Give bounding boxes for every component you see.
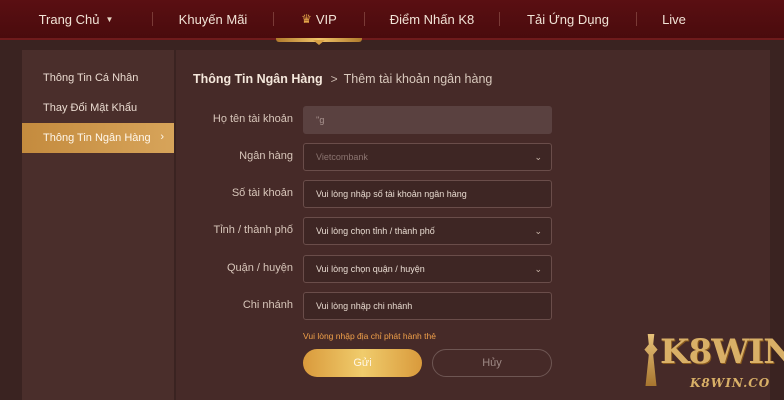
bank-select[interactable]: Vietcombank ⌄ — [303, 143, 552, 171]
sidebar-item-label: Thay Đổi Mật Khẩu — [43, 102, 138, 114]
nav-item-vip[interactable]: ♛ VIP — [274, 0, 364, 39]
nav-active-notch — [313, 40, 325, 45]
province-label: Tỉnh / thành phố — [213, 224, 293, 236]
form-row-bank: Ngân hàng Vietcombank ⌄ — [176, 143, 770, 171]
nav-label-promotions: Khuyến Mãi — [178, 11, 248, 27]
nav-item-live[interactable]: Live — [637, 0, 711, 39]
logo-emblem-icon — [644, 334, 658, 386]
breadcrumb-section[interactable]: Thông Tin Ngân Hàng — [193, 72, 323, 86]
top-nav: Trang Chủ ▼ Khuyến Mãi ♛ VIP Điểm Nhấn K… — [0, 0, 784, 40]
account-number-input[interactable] — [303, 180, 552, 208]
logo-site: K8WIN.CO — [690, 376, 771, 390]
account-sidebar: Thông Tin Cá Nhân Thay Đổi Mật Khẩu Thôn… — [22, 50, 174, 400]
breadcrumb-separator: > — [330, 72, 338, 86]
holder-name-label: Họ tên tài khoản — [212, 113, 293, 125]
chevron-down-icon: ⌄ — [534, 152, 542, 162]
nav-label-highlights: Điểm Nhấn K8 — [389, 11, 475, 27]
sidebar-item-label: Thông Tin Ngân Hàng — [43, 132, 151, 144]
form-row-district: Quận / huyện Vui lòng chọn quận / huyện … — [176, 255, 770, 283]
form-row-branch: Chi nhánh — [176, 292, 770, 320]
province-select[interactable]: Vui lòng chọn tỉnh / thành phố ⌄ — [303, 217, 552, 245]
sidebar-item-bank-info[interactable]: Thông Tin Ngân Hàng › — [22, 123, 174, 153]
branch-hint: Vui lòng nhập địa chỉ phát hành thẻ — [303, 331, 436, 341]
district-select[interactable]: Vui lòng chọn quận / huyện ⌄ — [303, 255, 552, 283]
branch-input[interactable] — [303, 292, 552, 320]
form-row-province: Tỉnh / thành phố Vui lòng chọn tỉnh / th… — [176, 217, 770, 245]
crown-icon: ♛ — [301, 12, 312, 26]
caret-down-icon: ▼ — [105, 14, 114, 24]
holder-name-field: ''g — [303, 106, 552, 134]
sidebar-item-personal-info[interactable]: Thông Tin Cá Nhân — [22, 63, 174, 93]
nav-item-promotions[interactable]: Khuyến Mãi — [153, 0, 273, 39]
branch-label: Chi nhánh — [242, 299, 293, 311]
bank-select-value: Vietcombank — [316, 152, 368, 162]
nav-label-vip: VIP — [315, 11, 337, 27]
nav-label-home: Trang Chủ — [38, 11, 100, 27]
chevron-down-icon: ⌄ — [534, 226, 542, 236]
district-select-value: Vui lòng chọn quận / huyện — [316, 264, 425, 274]
nav-item-home[interactable]: Trang Chủ ▼ — [0, 0, 152, 39]
nav-item-highlights[interactable]: Điểm Nhấn K8 — [365, 0, 499, 39]
account-number-label: Số tài khoản — [231, 187, 293, 199]
chevron-right-icon: › — [160, 131, 164, 143]
submit-button[interactable]: Gửi — [303, 349, 422, 377]
breadcrumb: Thông Tin Ngân Hàng > Thêm tài khoản ngâ… — [193, 72, 492, 86]
nav-label-download-app: Tải Ứng Dụng — [527, 11, 609, 27]
nav-item-download-app[interactable]: Tải Ứng Dụng — [500, 0, 636, 39]
form-row-account-number: Số tài khoản — [176, 180, 770, 208]
form-row-holder-name: Họ tên tài khoản ''g — [176, 106, 770, 134]
chevron-down-icon: ⌄ — [534, 264, 542, 274]
cancel-button[interactable]: Hủy — [432, 349, 552, 377]
logo-brand: K8WIN — [660, 332, 784, 372]
province-select-value: Vui lòng chọn tỉnh / thành phố — [316, 226, 435, 236]
breadcrumb-current: Thêm tài khoản ngân hàng — [343, 72, 493, 86]
sidebar-item-label: Thông Tin Cá Nhân — [43, 72, 139, 84]
nav-label-live: Live — [662, 11, 686, 27]
k8win-logo: K8WIN K8WIN.CO — [640, 332, 784, 394]
sidebar-item-change-password[interactable]: Thay Đổi Mật Khẩu — [22, 93, 174, 123]
district-label: Quận / huyện — [226, 262, 293, 274]
bank-label: Ngân hàng — [239, 150, 293, 162]
